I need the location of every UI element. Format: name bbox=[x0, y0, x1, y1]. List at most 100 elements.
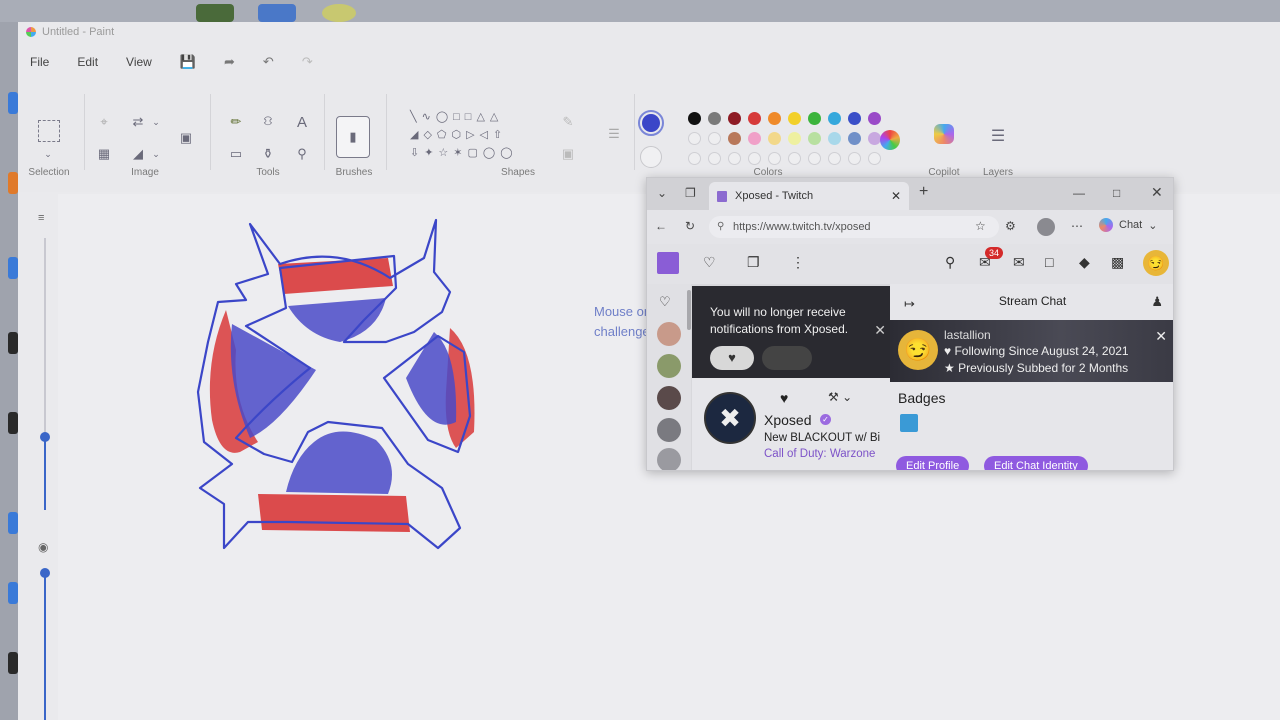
color-swatch[interactable] bbox=[808, 132, 821, 145]
color-swatch[interactable] bbox=[848, 152, 861, 165]
color-swatch[interactable] bbox=[848, 132, 861, 145]
remove-background-icon[interactable]: ▦ bbox=[94, 144, 114, 164]
notifications-off-icon[interactable]: ⚒ ⌄ bbox=[828, 390, 852, 404]
channel-avatar[interactable] bbox=[657, 386, 681, 410]
search-icon[interactable]: ⚲ bbox=[945, 254, 955, 271]
color-swatch[interactable] bbox=[748, 152, 761, 165]
color-swatch[interactable] bbox=[868, 112, 881, 125]
text-icon[interactable]: A bbox=[292, 112, 312, 132]
prime-icon[interactable]: ▩ bbox=[1111, 254, 1124, 271]
more-icon[interactable]: ⋯ bbox=[1071, 219, 1083, 233]
browse-icon[interactable]: ❐ bbox=[747, 254, 760, 271]
channel-avatar[interactable] bbox=[657, 448, 681, 470]
edit-colors-icon[interactable] bbox=[880, 130, 900, 150]
stream-game-link[interactable]: Call of Duty: Warzone bbox=[764, 448, 875, 460]
color-swatch[interactable] bbox=[788, 132, 801, 145]
desktop-icon[interactable] bbox=[8, 332, 18, 354]
desktop-icon[interactable] bbox=[322, 4, 356, 22]
color-swatch[interactable] bbox=[788, 152, 801, 165]
color-swatch[interactable] bbox=[748, 132, 761, 145]
tab-list-icon[interactable]: ⌄ bbox=[657, 186, 667, 200]
refresh-icon[interactable]: ↻ bbox=[685, 219, 695, 233]
color-swatch[interactable] bbox=[748, 112, 761, 125]
shapes-gallery[interactable]: ╲∿◯□□△△ ◢◇⬠⬡▷◁⇧ ⇩✦☆✶▢◯◯ bbox=[410, 108, 540, 162]
undo-icon[interactable]: ↶ bbox=[263, 54, 274, 70]
color-swatch[interactable] bbox=[768, 132, 781, 145]
user-avatar[interactable]: 😏 bbox=[1143, 250, 1169, 276]
select-icon[interactable] bbox=[38, 120, 60, 142]
rotate-icon[interactable]: ◢ bbox=[128, 144, 148, 164]
desktop-icon[interactable] bbox=[258, 4, 296, 22]
redo-icon[interactable]: ↷ bbox=[302, 54, 313, 70]
favorite-star-icon[interactable]: ☆ bbox=[975, 219, 986, 233]
bits-icon[interactable]: ◆ bbox=[1079, 254, 1090, 271]
badge-icon[interactable] bbox=[900, 414, 918, 432]
color-picker-icon[interactable]: ⚱ bbox=[258, 144, 278, 164]
color-swatch[interactable] bbox=[688, 152, 701, 165]
color-swatch[interactable] bbox=[688, 112, 701, 125]
desktop-icon[interactable] bbox=[196, 4, 234, 22]
desktop-icon[interactable] bbox=[8, 412, 18, 434]
desktop-icon[interactable] bbox=[8, 172, 18, 194]
sidebar-scrollbar[interactable] bbox=[687, 290, 691, 330]
desktop-icon[interactable] bbox=[8, 512, 18, 534]
close-icon[interactable]: ✕ bbox=[874, 322, 886, 339]
color-swatch[interactable] bbox=[708, 152, 721, 165]
desktop-icon[interactable] bbox=[8, 257, 18, 279]
workspaces-icon[interactable]: ❐ bbox=[685, 186, 696, 200]
close-icon[interactable]: ✕ bbox=[1155, 328, 1167, 345]
desktop-icon[interactable] bbox=[8, 652, 18, 674]
color-swatch[interactable] bbox=[688, 132, 701, 145]
eraser-icon[interactable]: ▭ bbox=[226, 144, 246, 164]
back-icon[interactable]: ← bbox=[655, 219, 667, 233]
slider-handle[interactable] bbox=[40, 432, 50, 442]
extensions-icon[interactable]: ⚙ bbox=[1005, 219, 1016, 233]
notification-bell-button[interactable] bbox=[762, 346, 812, 370]
opacity-icon[interactable]: ◉ bbox=[38, 540, 48, 554]
edit-profile-button[interactable]: Edit Profile bbox=[896, 456, 970, 470]
fill-icon[interactable]: ⛻ bbox=[258, 112, 278, 132]
share-icon[interactable]: ➦ bbox=[224, 54, 235, 70]
tab-twitch[interactable]: Xposed - Twitch ✕ bbox=[709, 182, 909, 210]
profile-avatar[interactable] bbox=[1037, 218, 1055, 236]
color-swatch[interactable] bbox=[808, 112, 821, 125]
color-swatch[interactable] bbox=[728, 112, 741, 125]
channel-avatar[interactable] bbox=[657, 322, 681, 346]
desktop-icon[interactable] bbox=[8, 92, 18, 114]
color-swatch[interactable] bbox=[828, 152, 841, 165]
menu-view[interactable]: View bbox=[126, 55, 152, 69]
color-swatch[interactable] bbox=[828, 112, 841, 125]
following-heart-icon[interactable]: ♡ bbox=[659, 294, 671, 310]
follow-heart-icon[interactable]: ♥ bbox=[780, 390, 788, 406]
secondary-color-swatch[interactable] bbox=[640, 146, 662, 168]
color-swatch[interactable] bbox=[708, 112, 721, 125]
image-select-icon[interactable]: ▣ bbox=[176, 128, 196, 148]
resize-icon[interactable]: ⇄ bbox=[128, 112, 148, 132]
menu-edit[interactable]: Edit bbox=[77, 55, 98, 69]
following-heart-icon[interactable]: ♡ bbox=[703, 254, 716, 271]
color-swatch[interactable] bbox=[788, 112, 801, 125]
chevron-down-icon[interactable]: ⌄ bbox=[146, 144, 166, 164]
inbox-icon[interactable]: ✉ bbox=[1013, 254, 1025, 271]
crop-icon[interactable]: ⌖ bbox=[94, 112, 114, 132]
community-icon[interactable]: ♟ bbox=[1151, 294, 1163, 310]
channel-name[interactable]: Xposed bbox=[764, 412, 811, 428]
size-icon[interactable]: ☰ bbox=[604, 124, 624, 144]
minimize-icon[interactable]: — bbox=[1073, 186, 1085, 200]
color-swatch[interactable] bbox=[828, 132, 841, 145]
pencil-icon[interactable]: ✏ bbox=[226, 112, 246, 132]
layers-icon[interactable]: ☰ bbox=[988, 126, 1008, 146]
copilot-icon[interactable] bbox=[934, 124, 954, 144]
close-tab-icon[interactable]: ✕ bbox=[891, 189, 901, 203]
whispers-icon[interactable]: □ bbox=[1045, 254, 1053, 270]
copilot-chat-button[interactable]: Chat ⌄ bbox=[1099, 218, 1157, 232]
zoom-slider-top-icon[interactable]: ≡ bbox=[38, 212, 44, 224]
chevron-down-icon[interactable]: ⌄ bbox=[38, 144, 58, 164]
color-swatch[interactable] bbox=[768, 112, 781, 125]
color-swatch[interactable] bbox=[848, 112, 861, 125]
close-window-icon[interactable]: ✕ bbox=[1151, 184, 1163, 201]
color-swatch[interactable] bbox=[808, 152, 821, 165]
maximize-icon[interactable]: □ bbox=[1113, 186, 1120, 200]
magnifier-icon[interactable]: ⚲ bbox=[292, 144, 312, 164]
color-swatch[interactable] bbox=[708, 132, 721, 145]
